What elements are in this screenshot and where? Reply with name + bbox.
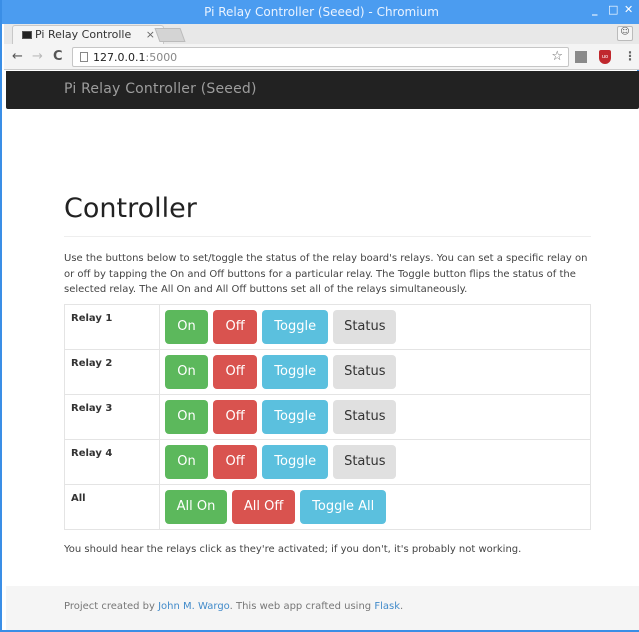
back-icon[interactable]: ← xyxy=(12,49,23,64)
table-row: Relay 4 On Off Toggle Status xyxy=(64,438,591,485)
reload-icon[interactable]: C xyxy=(53,49,63,64)
relay-4-off-button[interactable]: Off xyxy=(213,444,258,479)
profile-icon[interactable]: ☺ xyxy=(617,26,633,41)
browser-toolbar: ← → C 127.0.0.1:5000 ☆ uo ⋮ xyxy=(4,44,639,70)
relay-buttons: On Off Toggle Status xyxy=(159,348,591,395)
page-viewport: Pi Relay Controller (Seeed) Controller U… xyxy=(4,71,639,630)
forward-icon[interactable]: → xyxy=(32,49,43,64)
relay-1-on-button[interactable]: On xyxy=(165,309,208,344)
footer-middle: . This web app crafted using xyxy=(229,601,375,612)
relay-4-toggle-button[interactable]: Toggle xyxy=(262,444,329,479)
close-window-button[interactable]: ✕ xyxy=(624,3,633,16)
site-brand[interactable]: Pi Relay Controller (Seeed) xyxy=(64,81,257,97)
relay-2-off-button[interactable]: Off xyxy=(213,354,258,389)
address-bar[interactable]: 127.0.0.1:5000 ☆ xyxy=(72,47,569,67)
all-buttons: All On All Off Toggle All xyxy=(159,483,591,530)
bookmark-star-icon[interactable]: ☆ xyxy=(551,49,563,64)
relay-label: Relay 2 xyxy=(64,348,160,395)
relay-1-off-button[interactable]: Off xyxy=(213,309,258,344)
page-icon xyxy=(80,52,88,62)
tab-strip: Pi Relay Controlle × ☺ xyxy=(4,24,639,44)
main-content: Controller Use the buttons below to set/… xyxy=(64,191,591,555)
relay-buttons: On Off Toggle Status xyxy=(159,438,591,485)
table-row: All All On All Off Toggle All xyxy=(64,483,591,530)
url-port: :5000 xyxy=(145,51,178,64)
relay-3-off-button[interactable]: Off xyxy=(213,399,258,434)
relay-2-status-button[interactable]: Status xyxy=(333,354,397,389)
table-row: Relay 2 On Off Toggle Status xyxy=(64,348,591,395)
terminal-favicon-icon xyxy=(22,31,32,39)
relay-2-toggle-button[interactable]: Toggle xyxy=(262,354,329,389)
author-link[interactable]: John M. Wargo xyxy=(158,601,230,612)
flask-link[interactable]: Flask xyxy=(374,601,400,612)
footer-suffix: . xyxy=(400,601,404,612)
browser-menu-icon[interactable]: ⋮ xyxy=(624,49,636,63)
divider xyxy=(64,236,591,237)
ublock-shield-icon[interactable]: uo xyxy=(599,50,611,64)
relay-label: Relay 3 xyxy=(64,393,160,440)
relay-buttons: On Off Toggle Status xyxy=(159,393,591,440)
relay-buttons: On Off Toggle Status xyxy=(159,303,591,350)
relay-2-on-button[interactable]: On xyxy=(165,354,208,389)
tab-title: Pi Relay Controlle xyxy=(35,28,132,41)
relay-label: Relay 4 xyxy=(64,438,160,485)
new-tab-button[interactable] xyxy=(154,28,186,42)
relay-4-on-button[interactable]: On xyxy=(165,444,208,479)
table-row: Relay 1 On Off Toggle Status xyxy=(64,303,591,350)
window-title: Pi Relay Controller (Seeed) - Chromium xyxy=(204,5,439,19)
relay-table: Relay 1 On Off Toggle Status Relay 2 On … xyxy=(64,303,591,530)
tab-close-icon[interactable]: × xyxy=(146,28,155,41)
all-off-button[interactable]: All Off xyxy=(232,489,296,524)
url-host: 127.0.0.1 xyxy=(93,51,146,64)
all-on-button[interactable]: All On xyxy=(165,489,227,524)
relay-label: Relay 1 xyxy=(64,303,160,350)
extension-icon[interactable] xyxy=(575,51,587,63)
page-title: Controller xyxy=(64,193,197,224)
relay-3-status-button[interactable]: Status xyxy=(333,399,397,434)
window-titlebar: Pi Relay Controller (Seeed) - Chromium _… xyxy=(2,0,639,24)
table-row: Relay 3 On Off Toggle Status xyxy=(64,393,591,440)
all-label: All xyxy=(64,483,160,530)
maximize-button[interactable]: □ xyxy=(608,3,618,16)
note-text: You should hear the relays click as they… xyxy=(64,543,522,555)
browser-tab[interactable]: Pi Relay Controlle × xyxy=(12,25,164,44)
toggle-all-button[interactable]: Toggle All xyxy=(300,489,387,524)
relay-1-toggle-button[interactable]: Toggle xyxy=(262,309,329,344)
site-navbar: Pi Relay Controller (Seeed) xyxy=(6,71,639,109)
intro-text: Use the buttons below to set/toggle the … xyxy=(64,253,588,295)
relay-1-status-button[interactable]: Status xyxy=(333,309,397,344)
relay-4-status-button[interactable]: Status xyxy=(333,444,397,479)
footer-prefix: Project created by xyxy=(64,601,159,612)
site-footer: Project created by John M. Wargo. This w… xyxy=(6,586,639,630)
relay-3-toggle-button[interactable]: Toggle xyxy=(262,399,329,434)
browser-window: Pi Relay Controller (Seeed) - Chromium _… xyxy=(0,0,639,632)
minimize-button[interactable]: _ xyxy=(592,3,598,16)
relay-3-on-button[interactable]: On xyxy=(165,399,208,434)
